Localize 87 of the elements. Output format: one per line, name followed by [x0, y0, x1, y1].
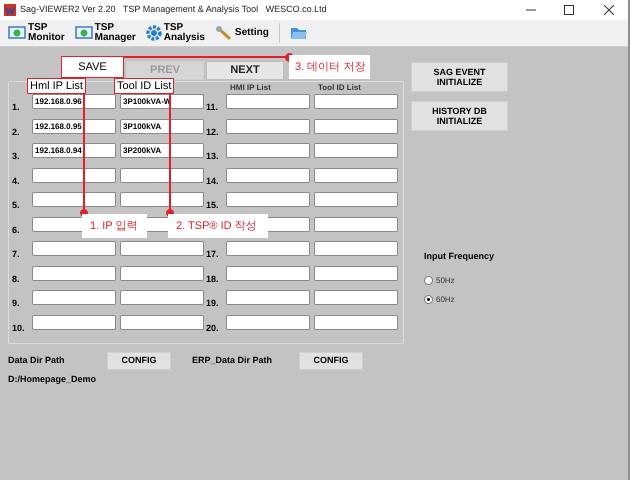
ip-field[interactable]: [226, 314, 310, 330]
tool-id-field[interactable]: [314, 266, 398, 280]
row-number: 10.: [12, 322, 25, 332]
maximize-icon[interactable]: [564, 5, 574, 15]
window-title: Sag-VIEWER2 Ver 2.20 TSP Management & Analysis Tool WESCO.co.Ltd: [20, 3, 327, 16]
row-number: 8.: [12, 274, 20, 284]
ip-field[interactable]: [226, 168, 310, 182]
row-number: 17.: [206, 249, 219, 259]
ip-field[interactable]: [226, 118, 310, 134]
ip-field[interactable]: [226, 241, 310, 256]
monitor-icon: [8, 25, 26, 41]
ip-field[interactable]: [32, 241, 116, 256]
row-number: 15.: [206, 200, 219, 210]
row-number: 20.: [206, 322, 219, 332]
row-number: 13.: [206, 151, 219, 161]
tool-id-field[interactable]: [120, 241, 204, 256]
config-button[interactable]: CONFIG: [107, 352, 171, 370]
toolbar-button[interactable]: TSP Monitor: [8, 23, 65, 43]
row-number: 11.: [206, 102, 218, 112]
close-icon[interactable]: [604, 5, 614, 15]
tool-id-field[interactable]: [120, 192, 204, 207]
tool-id-field[interactable]: [314, 143, 398, 158]
ip-field[interactable]: 192.168.0.96: [32, 94, 116, 109]
callout-tooltip: 3. 데이터 저장: [289, 55, 370, 79]
row-number: 5.: [12, 200, 20, 210]
tool-id-field[interactable]: 3P100kVA: [120, 118, 204, 134]
wrench-icon: [214, 25, 233, 41]
tool-id-field[interactable]: [120, 314, 204, 330]
row-number: 3.: [12, 151, 20, 161]
save-callout: SAVE: [61, 56, 124, 78]
ip-field[interactable]: [32, 168, 116, 182]
ip-field[interactable]: [32, 192, 116, 207]
initialize-button[interactable]: HISTORY DB INITIALIZE: [411, 101, 508, 131]
ip-field[interactable]: [226, 266, 310, 280]
row-number: 2.: [12, 126, 20, 136]
input-frequency-label: Input Frequency: [424, 250, 496, 263]
frequency-radio[interactable]: 50Hz: [424, 274, 508, 286]
ip-field[interactable]: [32, 266, 116, 280]
ip-field[interactable]: [226, 94, 310, 109]
config-button[interactable]: CONFIG: [299, 352, 363, 370]
folder-icon[interactable]: [290, 25, 308, 41]
frequency-radio[interactable]: 60Hz: [424, 294, 508, 306]
row-number: 19.: [206, 298, 219, 308]
ip-field[interactable]: 192.168.0.94: [32, 143, 116, 158]
row-number: 6.: [12, 224, 20, 234]
tool-id-field[interactable]: [314, 118, 398, 134]
tool-list-callout: Tool ID List: [114, 78, 174, 94]
column-header: Tool ID List: [318, 82, 361, 94]
callout-tooltip: 1. IP 입력: [82, 214, 147, 238]
tool-id-field[interactable]: [120, 266, 204, 280]
monitor-icon: [74, 25, 93, 41]
row-number: 7.: [12, 249, 20, 259]
gear-icon: [146, 25, 162, 41]
column-header: HMI IP List: [230, 82, 272, 94]
tool-id-field[interactable]: [314, 216, 398, 232]
initialize-button[interactable]: SAG EVENT INITIALIZE: [411, 62, 508, 92]
row-number: 12.: [206, 126, 219, 136]
tool-id-field[interactable]: [314, 314, 398, 330]
row-number: 9.: [12, 298, 20, 308]
toolbar-button[interactable]: TSP Analysis: [146, 23, 205, 43]
ip-field[interactable]: [32, 314, 116, 330]
row-number: 18.: [206, 274, 219, 284]
ip-field[interactable]: [32, 290, 116, 305]
hmi-list-callout: Hml IP List: [27, 78, 86, 94]
tool-id-field[interactable]: [314, 290, 398, 305]
ip-field[interactable]: [226, 143, 310, 158]
row-number: 4.: [12, 176, 20, 186]
nav-button[interactable]: NEXT: [206, 61, 284, 80]
tool-id-field[interactable]: [314, 168, 398, 182]
row-number: 1.: [12, 102, 20, 112]
ip-field[interactable]: 192.168.0.95: [32, 118, 116, 134]
erp-dir-label: ERP_Data Dir Path: [192, 354, 274, 368]
ip-field[interactable]: [226, 192, 310, 207]
toolbar-button[interactable]: Setting: [214, 25, 269, 41]
tool-id-field[interactable]: 3P200kVA: [120, 143, 204, 158]
tool-id-field[interactable]: [120, 290, 204, 305]
callout-tooltip: 2. TSP® ID 작성: [168, 214, 268, 238]
tool-id-field[interactable]: [314, 241, 398, 256]
data-dir-path: D:/Homepage_Demo: [8, 373, 98, 386]
tool-id-field[interactable]: [120, 168, 204, 182]
ip-field[interactable]: [226, 290, 310, 305]
row-number: 14.: [206, 176, 219, 186]
tool-id-field[interactable]: [314, 192, 398, 207]
data-dir-label: Data Dir Path: [8, 354, 66, 368]
tool-id-field[interactable]: [314, 94, 398, 109]
app-logo-icon: [4, 4, 16, 16]
toolbar-button[interactable]: TSP Manager: [74, 23, 136, 43]
